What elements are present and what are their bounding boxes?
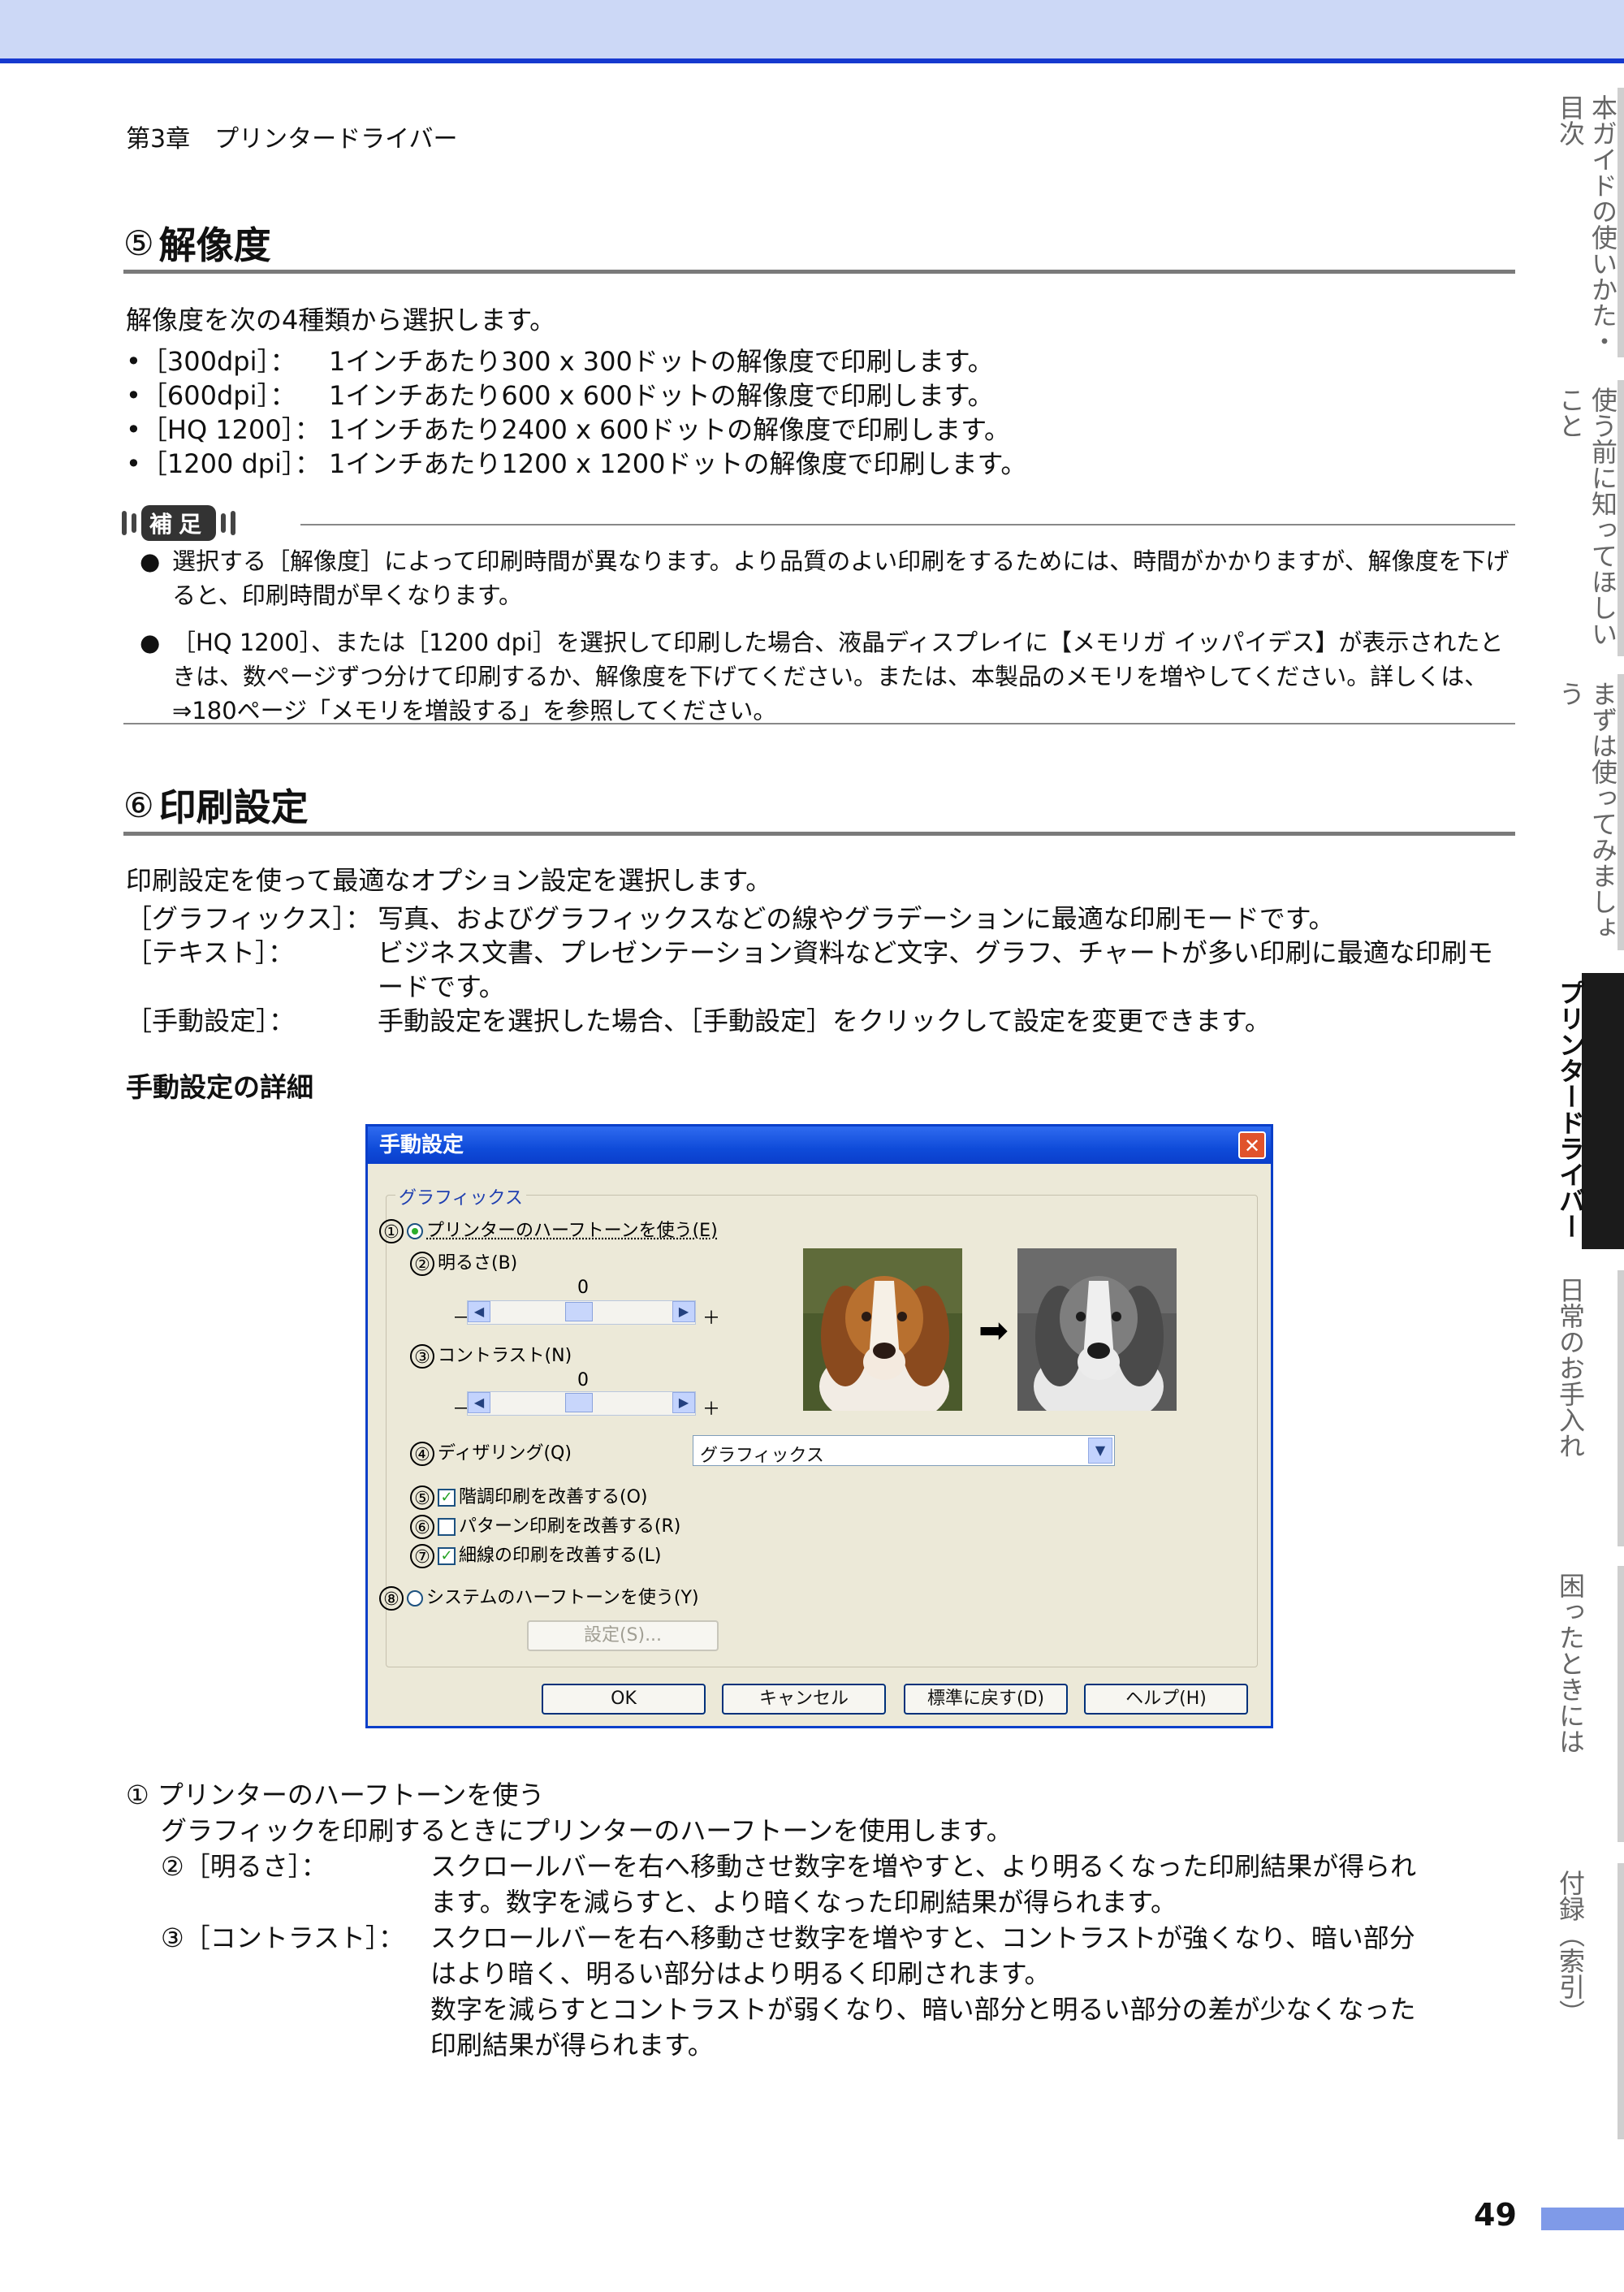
dialog-titlebar: 手動設定 ✕ (368, 1127, 1271, 1164)
sidebar-tab-guide[interactable]: 本ガイドの使いかた・目次 (1543, 88, 1624, 357)
help-button[interactable]: ヘルプ(H) (1084, 1684, 1248, 1715)
section-number: ⑥ (123, 785, 154, 825)
section-title: 解像度 (158, 223, 271, 267)
resolution-item: •［300dpi］： 1インチあたり300 x 300ドットの解像度で印刷します。 (126, 346, 994, 377)
top-rule (0, 58, 1624, 63)
sidebar-tab-appendix[interactable]: 付録（索引） (1543, 1863, 1624, 2139)
explain-item-2-line: ます。数字を減らすと、より暗くなった印刷結果が得られます。 (430, 1887, 1177, 1918)
note-badge: 補足 (122, 505, 236, 541)
scroll-right-icon[interactable]: ▶ (672, 1392, 695, 1413)
checkbox-checked-icon[interactable]: ✓ (438, 1547, 456, 1565)
resolution-intro: 解像度を次の4種類から選択します。 (126, 305, 556, 335)
definition-row: ［グラフィックス］： 写真、およびグラフィックスなどの線やグラデーションに最適な印… (126, 903, 1335, 934)
checkbox-unchecked-icon[interactable] (438, 1518, 456, 1536)
page-number: 49 (1474, 2197, 1517, 2233)
graphics-group-label: グラフィックス (395, 1183, 526, 1209)
contrast-slider[interactable]: ◀ ▶ (467, 1391, 696, 1416)
page-number-bar (1541, 2208, 1624, 2230)
brightness-slider[interactable]: ◀ ▶ (467, 1300, 696, 1325)
note-top-rule (300, 524, 1515, 525)
section-number: ⑤ (123, 223, 154, 263)
grayscale-dog-preview (1017, 1248, 1177, 1411)
close-button[interactable]: ✕ (1238, 1131, 1266, 1159)
sidebar-tab-troubleshooting[interactable]: 困ったときには (1543, 1566, 1624, 1842)
resolution-item: •［600dpi］： 1インチあたり600 x 600ドットの解像度で印刷します。 (126, 380, 994, 411)
system-halftone-option[interactable]: ⑧ システムのハーフトーンを使う(Y) (379, 1583, 699, 1611)
sidebar-tab-printer-driver[interactable]: プリンタードライバー (1543, 973, 1624, 1249)
explain-item-3-line: はより暗く、明るい部分はより明るく印刷されます。 (430, 1958, 1051, 1989)
note-bottom-rule (123, 723, 1515, 724)
heading-rule (123, 832, 1515, 836)
explain-item-3-line: 印刷結果が得られます。 (430, 2030, 714, 2061)
resolution-item: •［HQ 1200］： 1インチあたり2400 x 600ドットの解像度で印刷しま… (126, 414, 1010, 445)
manual-settings-subheading: 手動設定の詳細 (126, 1071, 313, 1103)
printer-halftone-option[interactable]: ① プリンターのハーフトーンを使う(E) (379, 1216, 718, 1243)
explain-item-1-desc: グラフィックを印刷するときにプリンターのハーフトーンを使用します。 (161, 1815, 1013, 1846)
section-heading-resolution: ⑤ 解像度 (123, 216, 271, 270)
scroll-left-icon[interactable]: ◀ (468, 1392, 490, 1413)
manual-settings-dialog: 手動設定 ✕ グラフィックス ① プリンターのハーフトーンを使う(E) ② 明るさ(… (365, 1124, 1273, 1728)
dithering-select[interactable]: グラフィックス ▼ (693, 1435, 1115, 1466)
heading-rule (123, 270, 1515, 274)
gradation-checkbox[interactable]: ⑤ ✓ 階調印刷を改善する(O) (410, 1482, 647, 1510)
contrast-value: 0 (577, 1370, 589, 1390)
thinline-checkbox[interactable]: ⑦ ✓ 細線の印刷を改善する(L) (410, 1541, 661, 1568)
definition-row: ［テキスト］： ビジネス文書、プレゼンテーション資料など文字、グラフ、チャートが多… (126, 937, 1493, 1002)
print-settings-intro: 印刷設定を使って最適なオプション設定を選択します。 (126, 865, 772, 896)
checkbox-checked-icon[interactable]: ✓ (438, 1489, 456, 1507)
explain-item-2-term: ②［明るさ］： (161, 1851, 327, 1882)
explain-item-1: ① プリンターのハーフトーンを使う (126, 1780, 545, 1810)
radio-unselected-icon[interactable] (407, 1590, 423, 1607)
explain-item-3-term: ③［コントラスト］： (161, 1922, 405, 1953)
note-item: ● ［HQ 1200］、または［1200 dpi］を選択して印刷した場合、液晶ディ… (140, 629, 1504, 724)
restore-default-button[interactable]: 標準に戻す(D) (904, 1684, 1068, 1715)
print-mode-definitions: ［グラフィックス］： 写真、およびグラフィックスなどの線やグラデーションに最適な印… (126, 902, 1514, 1038)
explain-item-3-line: 数字を減らすとコントラストが弱くなり、暗い部分と明るい部分の差が少なくなった (430, 1994, 1416, 2025)
radio-selected-icon[interactable] (407, 1223, 423, 1239)
arrow-right-icon: ➡ (978, 1310, 1009, 1351)
brightness-label: ② 明るさ(B) (410, 1248, 517, 1276)
sidebar-tab-before-use[interactable]: 使う前に知ってほしいこと (1543, 380, 1624, 656)
top-banner (0, 0, 1624, 58)
chevron-down-icon[interactable]: ▼ (1088, 1438, 1112, 1464)
explain-item-2-line: スクロールバーを右へ移動させ数字を増やすと、より明るくなった印刷結果が得られ (430, 1851, 1417, 1882)
definition-row: ［手動設定］： 手動設定を選択した場合、［手動設定］をクリックして設定を変更できま… (126, 1005, 1271, 1036)
settings-button[interactable]: 設定(S)... (527, 1620, 719, 1651)
plus-sign: ＋ (702, 1399, 721, 1420)
dithering-label: ④ ディザリング(Q) (410, 1438, 572, 1466)
section-heading-print-settings: ⑥ 印刷設定 (123, 778, 309, 832)
dialog-title: 手動設定 (379, 1133, 464, 1157)
slider-thumb[interactable] (565, 1393, 593, 1412)
chapter-header: 第3章 プリンタードライバー (126, 125, 458, 154)
cancel-button[interactable]: キャンセル (722, 1684, 886, 1715)
note-badge-label: 補足 (141, 505, 217, 541)
plus-sign: ＋ (702, 1308, 721, 1329)
resolution-item: •［1200 dpi］： 1インチあたり1200 x 1200ドットの解像度で印刷… (126, 448, 1027, 479)
pattern-checkbox[interactable]: ⑥ パターン印刷を改善する(R) (410, 1511, 680, 1539)
scroll-right-icon[interactable]: ▶ (672, 1301, 695, 1322)
sidebar-tab-maintenance[interactable]: 日常のお手入れ (1543, 1270, 1624, 1546)
explain-item-3-line: スクロールバーを右へ移動させ数字を増やすと、コントラストが強くなり、暗い部分 (430, 1922, 1415, 1953)
section-title: 印刷設定 (158, 785, 309, 829)
sidebar-tab-first-steps[interactable]: まずは使ってみましょう (1543, 674, 1624, 950)
contrast-label: ③ コントラスト(N) (410, 1341, 572, 1369)
ok-button[interactable]: OK (542, 1684, 706, 1715)
slider-thumb[interactable] (565, 1302, 593, 1321)
color-dog-preview (803, 1248, 962, 1411)
scroll-left-icon[interactable]: ◀ (468, 1301, 490, 1322)
note-item: ● 選択する［解像度］によって印刷時間が異なります。より品質のよい印刷をするために… (140, 547, 1510, 609)
brightness-value: 0 (577, 1278, 589, 1298)
